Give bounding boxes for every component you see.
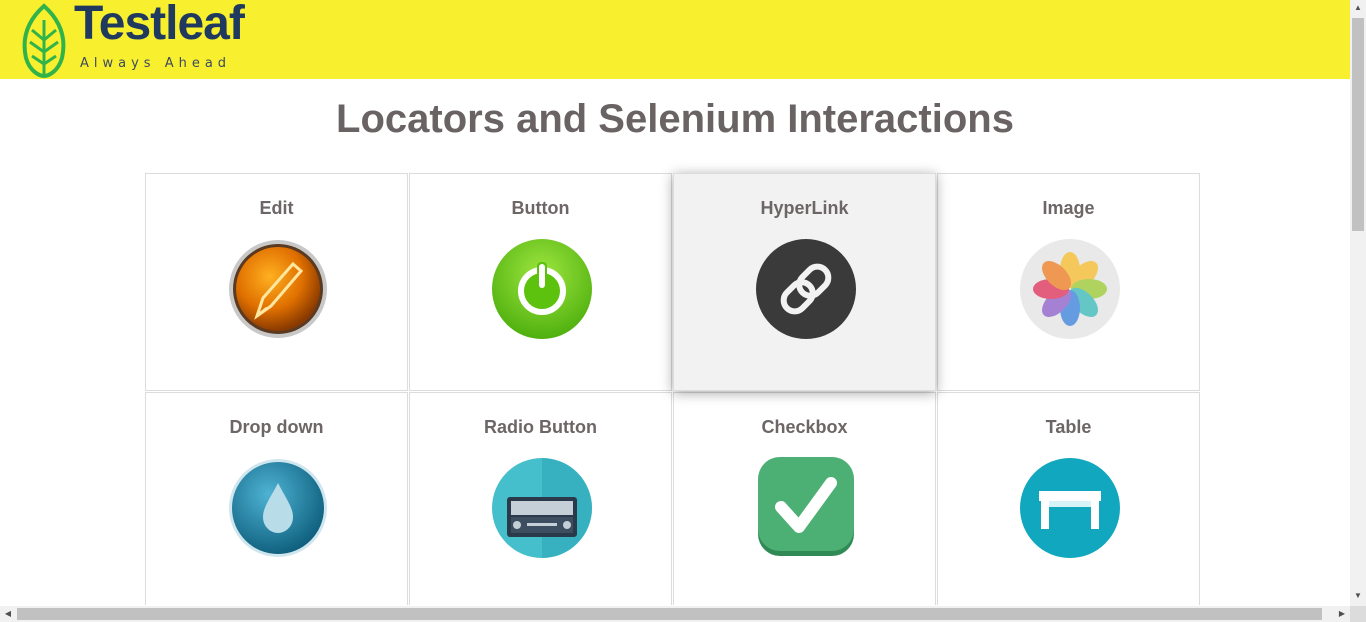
- photos-flower-icon[interactable]: [1019, 238, 1121, 340]
- card-title: Checkbox: [761, 417, 848, 437]
- card-table[interactable]: Table: [937, 392, 1200, 605]
- checkmark-icon[interactable]: [755, 457, 857, 559]
- card-title: Radio Button: [484, 417, 597, 437]
- card-drop-down[interactable]: Drop down: [145, 392, 408, 605]
- card-title: Drop down: [229, 417, 324, 437]
- leaf-logo-icon: [22, 3, 66, 79]
- pencil-edit-icon[interactable]: [227, 238, 329, 340]
- water-drop-icon[interactable]: [227, 457, 329, 559]
- scroll-left-arrow-icon[interactable]: ◀: [0, 606, 16, 622]
- card-title: Image: [1042, 198, 1095, 218]
- card-checkbox[interactable]: Checkbox: [673, 392, 936, 605]
- header-bar: Testleaf Always Ahead: [0, 0, 1350, 79]
- vertical-scroll-thumb[interactable]: [1352, 18, 1364, 231]
- power-button-icon[interactable]: [491, 238, 593, 340]
- card-radio-button[interactable]: Radio Button: [409, 392, 672, 605]
- card-title: Button: [511, 198, 570, 218]
- radio-device-icon[interactable]: [491, 457, 593, 559]
- card-button[interactable]: Button: [409, 173, 672, 391]
- chain-link-icon[interactable]: [755, 238, 857, 340]
- table-icon[interactable]: [1019, 457, 1121, 559]
- logo-tagline: Always Ahead: [80, 56, 232, 71]
- scroll-right-arrow-icon[interactable]: ▶: [1334, 606, 1350, 622]
- card-edit[interactable]: Edit: [145, 173, 408, 391]
- scrollbar-corner: [1350, 606, 1366, 622]
- card-title: Table: [1045, 417, 1092, 437]
- page-title: Locators and Selenium Interactions: [336, 97, 1014, 141]
- testleaf-logo[interactable]: Testleaf Always Ahead: [18, 0, 258, 79]
- main-content: Locators and Selenium Interactions Edit: [0, 79, 1350, 605]
- card-title: Edit: [259, 198, 294, 218]
- card-hyperlink[interactable]: HyperLink: [673, 173, 936, 391]
- vertical-scrollbar[interactable]: ▲ ▼: [1350, 0, 1366, 606]
- logo-name: Testleaf: [74, 0, 245, 50]
- scroll-up-arrow-icon[interactable]: ▲: [1350, 0, 1366, 16]
- card-title: HyperLink: [760, 198, 849, 218]
- horizontal-scroll-thumb[interactable]: [17, 608, 1322, 620]
- scroll-down-arrow-icon[interactable]: ▼: [1350, 588, 1366, 604]
- card-image[interactable]: Image: [937, 173, 1200, 391]
- horizontal-scrollbar[interactable]: ◀ ▶: [0, 606, 1350, 622]
